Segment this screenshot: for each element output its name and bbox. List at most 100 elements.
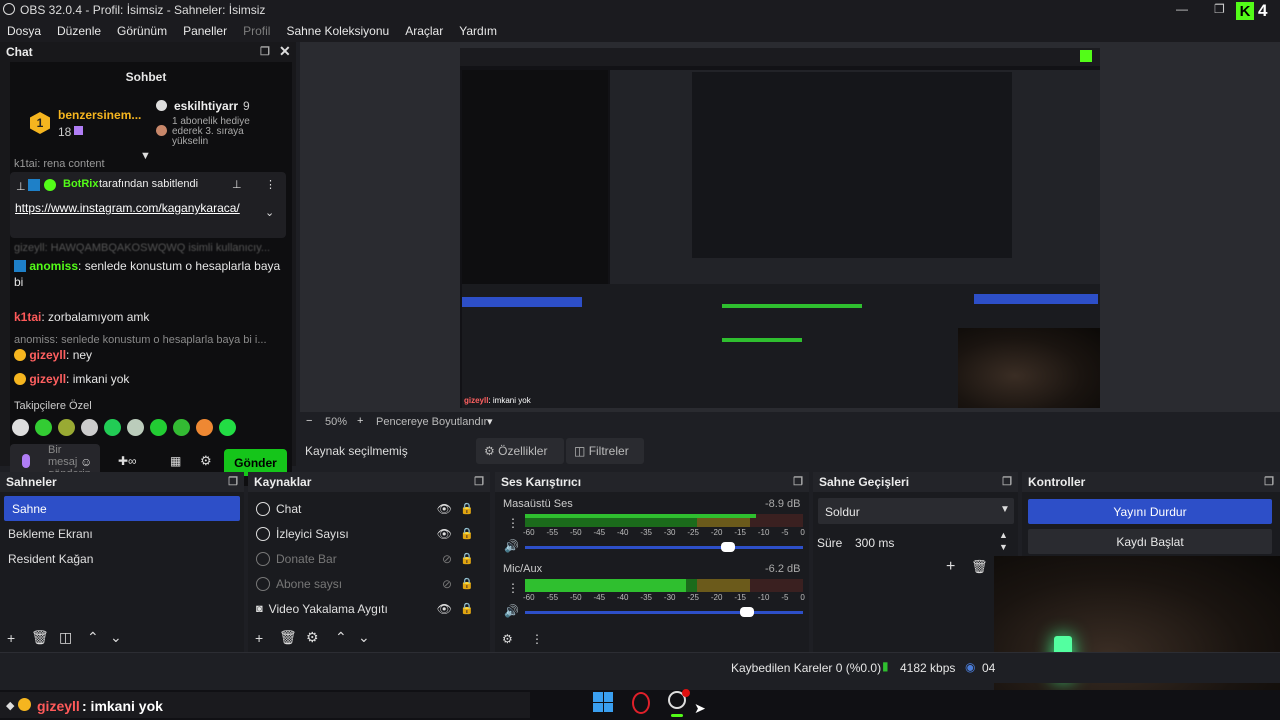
store-icon[interactable]: ▦: [170, 454, 181, 468]
source-item[interactable]: Donate Bar ⊘ 🔒: [248, 546, 490, 571]
expand-icon[interactable]: ⌄: [265, 206, 274, 219]
preview-canvas[interactable]: gizeyll: imkani yok: [460, 48, 1100, 408]
emote-icon[interactable]: [58, 419, 75, 436]
trash-icon[interactable]: 🗑: [279, 629, 297, 646]
source-item[interactable]: İzleyici Sayısı 👁 🔒: [248, 521, 490, 546]
zoom-out-icon[interactable]: −: [306, 415, 312, 427]
mic-icon[interactable]: [22, 454, 30, 468]
emote-icon[interactable]: [35, 419, 52, 436]
chevron-up-icon[interactable]: ▲: [999, 530, 1008, 540]
close-icon[interactable]: ✕: [279, 43, 291, 60]
chevron-down-icon[interactable]: ▼: [999, 542, 1008, 552]
eye-icon[interactable]: 👁: [437, 527, 452, 541]
msg-user[interactable]: k1tai: [14, 310, 41, 324]
emote-icon[interactable]: [219, 419, 236, 436]
properties-button[interactable]: ⚙ Özellikler: [476, 438, 564, 464]
scenes-header: Sahneler ❐: [0, 472, 244, 492]
popout-icon[interactable]: ❐: [1264, 475, 1274, 488]
msg-user[interactable]: anomiss: [29, 259, 78, 273]
menu-profile[interactable]: Profil: [243, 24, 270, 38]
popout-icon[interactable]: ❐: [1002, 475, 1012, 488]
lock-icon[interactable]: 🔒: [460, 602, 474, 615]
lock-icon[interactable]: 🔒: [460, 527, 474, 540]
emote-icon[interactable]: [81, 419, 98, 436]
emote-icon[interactable]: [150, 419, 167, 436]
gear-icon[interactable]: ⚙: [306, 629, 319, 646]
emote-icon[interactable]: [12, 419, 29, 436]
collapse-icon[interactable]: ▼: [140, 150, 151, 162]
emote-icon[interactable]: [104, 419, 121, 436]
dots-icon[interactable]: ⋮: [507, 581, 519, 595]
emote-icon[interactable]: [196, 419, 213, 436]
menu-view[interactable]: Görünüm: [117, 24, 167, 38]
emoji-icon[interactable]: ☺: [80, 455, 92, 469]
source-item[interactable]: Chat 👁 🔒: [248, 496, 490, 521]
windows-start-icon[interactable]: [593, 692, 613, 712]
trash-icon[interactable]: 🗑: [971, 559, 988, 575]
trash-icon[interactable]: 🗑: [31, 629, 49, 646]
popout-icon[interactable]: ❐: [228, 475, 238, 488]
menu-file[interactable]: Dosya: [7, 24, 41, 38]
infinity-icon[interactable]: ✚∞: [118, 454, 137, 468]
volume-slider-ch2[interactable]: [525, 607, 803, 617]
popout-icon[interactable]: ❐: [260, 45, 270, 58]
zoom-in-icon[interactable]: +: [357, 415, 363, 427]
menu-edit[interactable]: Düzenle: [57, 24, 101, 38]
emote-icon[interactable]: [127, 419, 144, 436]
chevron-down-icon[interactable]: ▾: [487, 415, 493, 428]
stop-stream-button[interactable]: Yayını Durdur: [1028, 499, 1272, 524]
menu-docks[interactable]: Paneller: [183, 24, 227, 38]
volume-handle-ch1[interactable]: [720, 542, 735, 552]
popout-icon[interactable]: ❐: [474, 475, 484, 488]
filter-icon[interactable]: ◫: [59, 629, 72, 646]
chevron-down-icon[interactable]: ⌄: [110, 629, 122, 646]
dots-icon[interactable]: ⋮: [507, 516, 519, 530]
plus-icon[interactable]: +: [946, 558, 955, 576]
scene-item[interactable]: Resident Kağan: [0, 546, 244, 571]
chevron-up-icon[interactable]: ⌃: [335, 629, 347, 646]
mixer-header: Ses Karıştırıcı ❐: [495, 472, 809, 492]
unpin-icon[interactable]: ⊥: [232, 178, 242, 191]
filters-button[interactable]: ◫ Filtreler: [566, 438, 644, 464]
transition-select[interactable]: Soldur ▼: [818, 498, 1014, 524]
menu-scene-collection[interactable]: Sahne Koleksiyonu: [286, 24, 389, 38]
plus-icon[interactable]: +: [7, 630, 15, 646]
source-item[interactable]: ◙ Video Yakalama Aygıtı 👁 🔒: [248, 596, 490, 621]
pin-menu-icon[interactable]: ⋮: [265, 178, 276, 191]
source-item[interactable]: Abone saysı ⊘ 🔒: [248, 571, 490, 596]
chevron-down-icon[interactable]: ⌄: [358, 629, 370, 646]
chat-settings-icon[interactable]: ⚙: [200, 453, 212, 469]
lock-icon[interactable]: 🔒: [460, 502, 474, 515]
volume-slider-ch1[interactable]: [525, 542, 803, 552]
restore-icon[interactable]: ❐: [1214, 2, 1225, 16]
minimize-icon[interactable]: —: [1176, 2, 1188, 16]
start-recording-button[interactable]: Kaydı Başlat: [1028, 529, 1272, 554]
menu-help[interactable]: Yardım: [459, 24, 497, 38]
emote-icon[interactable]: [173, 419, 190, 436]
gear-icon[interactable]: ⚙: [502, 632, 513, 646]
lock-icon[interactable]: 🔒: [460, 577, 474, 590]
msg-text: : ney: [66, 348, 93, 362]
msg-user[interactable]: gizeyll: [29, 372, 66, 386]
speaker-icon[interactable]: 🔊: [504, 604, 519, 618]
eye-hidden-icon[interactable]: ⊘: [442, 552, 452, 566]
dots-icon[interactable]: ⋮: [531, 632, 543, 646]
pin-link[interactable]: https://www.instagram.com/kaganykaraca/: [15, 200, 253, 216]
volume-handle-ch2[interactable]: [740, 607, 755, 617]
eye-hidden-icon[interactable]: ⊘: [442, 577, 452, 591]
menu-tools[interactable]: Araçlar: [405, 24, 443, 38]
duration-input[interactable]: 300 ms ▲ ▼: [849, 530, 1013, 554]
eye-icon[interactable]: 👁: [437, 502, 452, 516]
scene-item[interactable]: Bekleme Ekranı: [0, 521, 244, 546]
plus-icon[interactable]: +: [255, 630, 263, 646]
speaker-icon[interactable]: 🔊: [504, 539, 519, 553]
opera-icon[interactable]: [632, 692, 650, 714]
chevron-up-icon[interactable]: ⌃: [87, 629, 99, 646]
scene-item[interactable]: Sahne: [4, 496, 240, 521]
popout-icon[interactable]: ❐: [793, 475, 803, 488]
lock-icon[interactable]: 🔒: [460, 552, 474, 565]
fit-window-label[interactable]: Pencereye Boyutlandır: [376, 416, 487, 428]
stream-status-icon: ◉: [965, 660, 976, 674]
eye-icon[interactable]: 👁: [437, 602, 452, 616]
msg-user[interactable]: gizeyll: [29, 348, 66, 362]
